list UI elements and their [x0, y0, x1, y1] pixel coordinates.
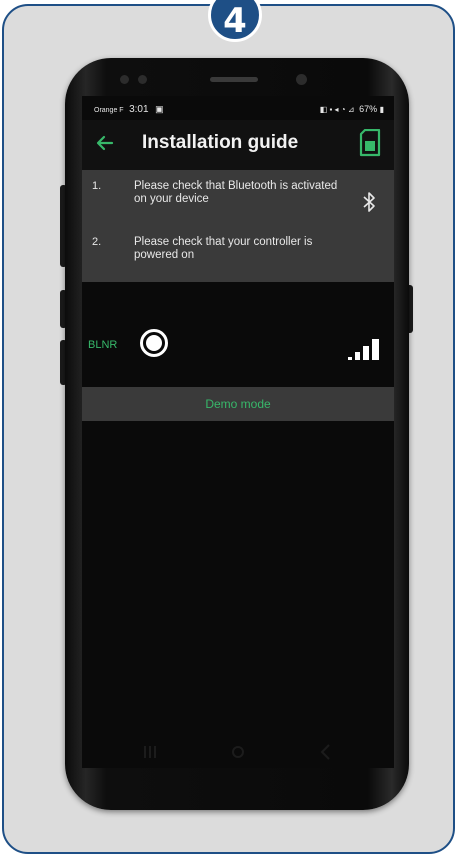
app-bar: Installation guide	[82, 120, 394, 170]
phone-speaker	[210, 77, 258, 82]
step-number: 1.	[92, 180, 102, 192]
status-icons: ◧ ▪ ◂ ◔ ⊿	[319, 105, 355, 114]
device-radio-button[interactable]	[140, 329, 168, 357]
phone-sensor	[120, 75, 129, 84]
battery-icon: ▮	[379, 105, 384, 114]
carrier-label: Orange F	[94, 107, 124, 114]
page-title: Installation guide	[142, 132, 299, 153]
installation-guide-list: 1. Please check that Bluetooth is activa…	[82, 170, 394, 282]
device-name: BLNR	[88, 339, 118, 351]
device-row[interactable]: BLNR	[82, 314, 394, 378]
radio-selected-dot	[146, 335, 162, 351]
front-camera	[296, 74, 307, 85]
recent-apps-icon[interactable]	[138, 742, 162, 762]
status-left: Orange F 3:01 ▣	[94, 104, 164, 115]
system-nav-bar	[82, 736, 394, 768]
arrow-left-icon[interactable]	[94, 132, 116, 154]
notification-icon: ▣	[155, 104, 164, 114]
sim-card-icon[interactable]	[359, 129, 381, 157]
list-item: 1. Please check that Bluetooth is activa…	[82, 176, 394, 232]
time-label: 3:01	[129, 104, 149, 115]
status-right: ◧ ▪ ◂ ◔ ⊿ 67% ▮	[320, 104, 384, 114]
step-number: 2.	[92, 236, 102, 248]
list-item: 2. Please check that your controller is …	[82, 232, 394, 288]
phone-screen: Orange F 3:01 ▣ ◧ ▪ ◂ ◔ ⊿ 67% ▮ Installa…	[82, 96, 394, 768]
step-text: Please check that Bluetooth is activated…	[134, 180, 338, 205]
signal-strength-icon	[348, 339, 379, 360]
step-number-badge: 4	[208, 0, 262, 42]
battery-label: 67%	[359, 104, 378, 114]
status-bar: Orange F 3:01 ▣ ◧ ▪ ◂ ◔ ⊿ 67% ▮	[82, 96, 394, 120]
demo-mode-button[interactable]: Demo mode	[82, 387, 394, 421]
step-text: Please check that your controller is pow…	[134, 236, 313, 261]
bluetooth-icon	[363, 192, 375, 212]
home-icon[interactable]	[226, 742, 250, 762]
phone-sensor	[138, 75, 147, 84]
back-nav-icon[interactable]	[314, 742, 338, 762]
